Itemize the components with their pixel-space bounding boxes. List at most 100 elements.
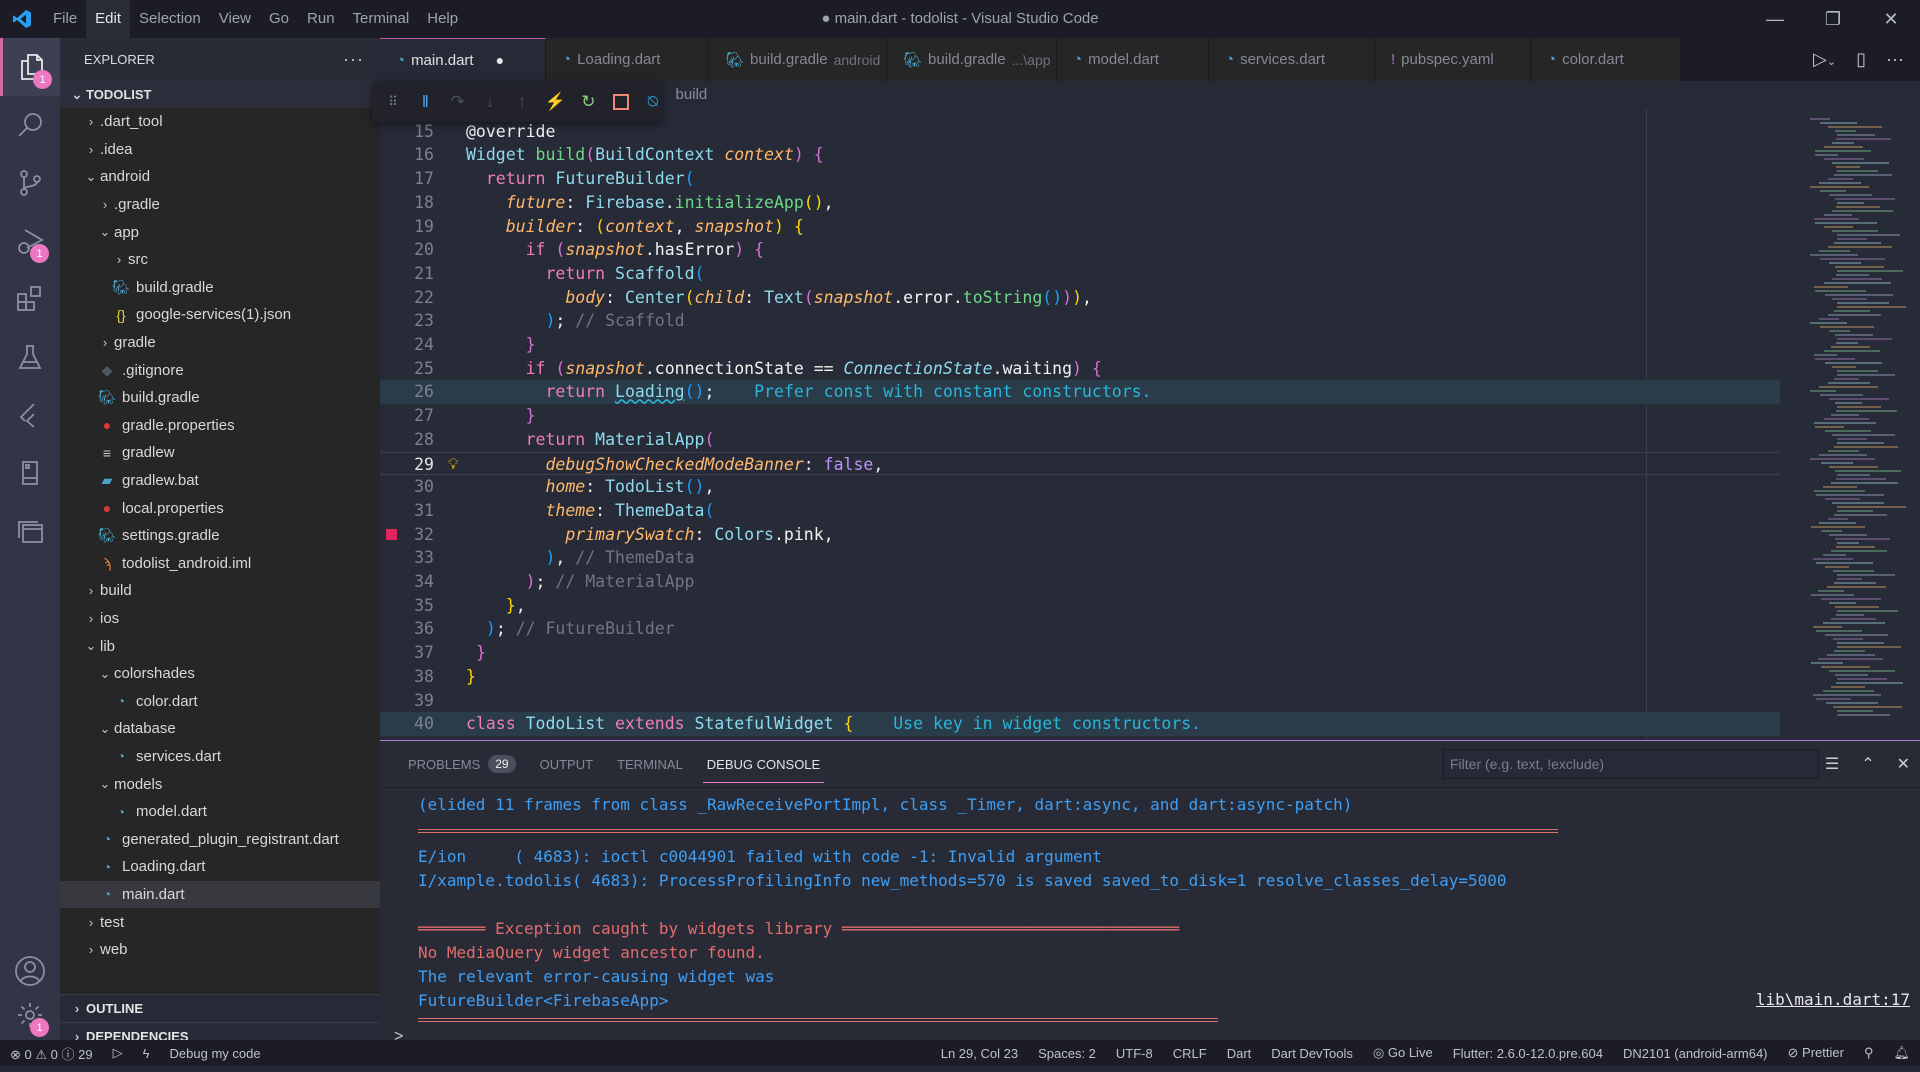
tree-folder[interactable]: ⌄ app <box>60 218 380 246</box>
run-icon[interactable]: ▷⌄ <box>1813 49 1836 70</box>
stop-button[interactable] <box>612 90 630 114</box>
menu-help[interactable]: Help <box>418 0 467 38</box>
tree-file[interactable]: 🐘︎ build.gradle <box>60 384 380 412</box>
tree-file[interactable]: ● local.properties <box>60 494 380 522</box>
menu-file[interactable]: File <box>44 0 86 38</box>
lightbulb-icon[interactable]: 💡︎ <box>448 453 459 477</box>
source-link[interactable]: lib\main.dart:17 <box>1756 990 1910 1009</box>
tree-file[interactable]: ▰ gradlew.bat <box>60 467 380 495</box>
restore-button[interactable]: ❐ <box>1804 0 1862 38</box>
tree-file[interactable]: ϡ todolist_android.iml <box>60 550 380 578</box>
tree-file[interactable]: ◔ main.dart <box>60 880 380 909</box>
activity-explorer[interactable]: 1 <box>0 38 60 96</box>
step-over-button[interactable]: ↷ <box>449 90 467 114</box>
activity-remote-explorer[interactable] <box>0 502 60 560</box>
restart-button[interactable]: ↻ <box>579 90 597 114</box>
breakpoint-icon[interactable] <box>386 528 397 540</box>
menu-view[interactable]: View <box>210 0 260 38</box>
code-editor[interactable]: 1415@override16Widget build(BuildContext… <box>380 108 1780 740</box>
clear-console-icon[interactable]: ☰ <box>1825 754 1839 774</box>
tree-folder[interactable]: › src <box>60 246 380 274</box>
tree-folder[interactable]: ⌄ database <box>60 715 380 743</box>
tree-folder[interactable]: › ios <box>60 605 380 633</box>
breadcrumb-symbol[interactable]: build <box>676 86 708 103</box>
editor-tab[interactable]: ◔ Loading.dart <box>546 38 709 81</box>
editor-tab[interactable]: ◔ model.dart <box>1057 38 1209 81</box>
activity-extensions[interactable] <box>0 270 60 328</box>
tree-folder[interactable]: ⌄ lib <box>60 632 380 660</box>
tab-output[interactable]: OUTPUT <box>540 741 593 787</box>
activity-device[interactable] <box>0 444 60 502</box>
menu-go[interactable]: Go <box>260 0 298 38</box>
editor-tab[interactable]: ! pubspec.yaml <box>1375 38 1531 81</box>
step-out-button[interactable]: ↑ <box>513 90 531 114</box>
tree-file[interactable]: 🐘︎ build.gradle <box>60 274 380 302</box>
debug-launch-icon[interactable]: ▷ <box>103 1045 133 1061</box>
menu-terminal[interactable]: Terminal <box>344 0 419 38</box>
explorer-more-actions-button[interactable]: ··· <box>343 49 364 70</box>
notifications-icon[interactable]: 🔔︎ <box>1883 1045 1920 1061</box>
console-filter-input[interactable]: Filter (e.g. text, !exclude) <box>1443 749 1819 779</box>
drag-handle-icon[interactable]: ⠿ <box>384 90 402 114</box>
editor-tab[interactable]: ◔ color.dart <box>1531 38 1681 81</box>
more-actions-icon[interactable]: ··· <box>1886 49 1904 70</box>
activity-testing[interactable] <box>0 328 60 386</box>
tab-terminal[interactable]: TERMINAL <box>617 741 683 787</box>
tree-folder[interactable]: › .dart_tool <box>60 108 380 136</box>
tree-file[interactable]: ◔ Loading.dart <box>60 853 380 881</box>
menu-selection[interactable]: Selection <box>130 0 210 38</box>
tree-file[interactable]: ◔ model.dart <box>60 798 380 826</box>
cursor-position[interactable]: Ln 29, Col 23 <box>931 1046 1028 1061</box>
encoding[interactable]: UTF-8 <box>1106 1046 1163 1061</box>
tree-file[interactable]: 🐘︎ settings.gradle <box>60 522 380 550</box>
editor-tab[interactable]: ◔ services.dart <box>1209 38 1375 81</box>
maximize-panel-icon[interactable]: ⌃ <box>1861 754 1874 774</box>
problems-status[interactable]: ⊗ 0 ⚠ 0 ⓘ 29 <box>0 1044 103 1063</box>
tree-folder[interactable]: ⌄ colorshades <box>60 660 380 688</box>
tree-file[interactable]: ◔ services.dart <box>60 743 380 771</box>
tree-folder[interactable]: › gradle <box>60 329 380 357</box>
line-ending[interactable]: CRLF <box>1163 1046 1217 1061</box>
step-into-button[interactable]: ↓ <box>481 90 499 114</box>
activity-run-debug[interactable]: 1 <box>0 212 60 270</box>
close-button[interactable]: ✕ <box>1862 0 1920 38</box>
tree-file[interactable]: ◔ color.dart <box>60 687 380 715</box>
menu-edit[interactable]: Edit <box>86 0 131 38</box>
tree-folder[interactable]: ⌄ android <box>60 163 380 191</box>
dart-devtools[interactable]: Dart DevTools <box>1261 1046 1363 1061</box>
prettier[interactable]: ⊘ Prettier <box>1778 1045 1854 1061</box>
devtools-button[interactable]: ⍉ <box>644 90 662 114</box>
tree-file[interactable]: ◆ .gitignore <box>60 356 380 384</box>
minimize-button[interactable]: — <box>1746 0 1804 38</box>
hot-reload-button[interactable]: ⚡ <box>545 90 566 114</box>
tree-folder[interactable]: › .gradle <box>60 191 380 219</box>
feedback-icon[interactable]: ⚲ <box>1854 1045 1884 1061</box>
tab-problems[interactable]: PROBLEMS 29 <box>408 741 516 787</box>
tree-folder[interactable]: › build <box>60 577 380 605</box>
indentation[interactable]: Spaces: 2 <box>1028 1046 1106 1061</box>
activity-search[interactable] <box>0 96 60 154</box>
menu-run[interactable]: Run <box>298 0 344 38</box>
tree-folder[interactable]: › web <box>60 936 380 964</box>
tab-debug-console[interactable]: DEBUG CONSOLE <box>702 741 825 787</box>
language-mode[interactable]: Dart <box>1217 1046 1262 1061</box>
flutter-version[interactable]: Flutter: 2.6.0-12.0.pre.604 <box>1443 1046 1613 1061</box>
editor-tab[interactable]: 🐘︎ build.gradle ...\app <box>887 38 1057 81</box>
close-panel-icon[interactable]: ✕ <box>1897 754 1910 774</box>
tree-file[interactable]: ◔ generated_plugin_registrant.dart <box>60 825 380 853</box>
device-selector[interactable]: DN2101 (android-arm64) <box>1613 1046 1778 1061</box>
unsaved-dot-icon[interactable]: ● <box>496 52 504 68</box>
tree-file[interactable]: ≡ gradlew <box>60 439 380 467</box>
split-editor-icon[interactable]: ▯ <box>1856 49 1866 70</box>
activity-settings[interactable]: 1 <box>0 986 60 1044</box>
pause-button[interactable]: ‖ <box>416 90 434 114</box>
tree-file[interactable]: {} google-services(1).json <box>60 301 380 329</box>
tree-folder[interactable]: ⌄ models <box>60 770 380 798</box>
minimap[interactable] <box>1780 108 1920 740</box>
tree-folder[interactable]: › test <box>60 908 380 936</box>
editor-tab[interactable]: ◔ main.dart ● <box>380 38 546 81</box>
tree-folder[interactable]: › .idea <box>60 136 380 164</box>
activity-source-control[interactable] <box>0 154 60 212</box>
debug-config[interactable]: Debug my code <box>160 1046 271 1061</box>
editor-tab[interactable]: 🐘︎ build.gradle android <box>709 38 887 81</box>
